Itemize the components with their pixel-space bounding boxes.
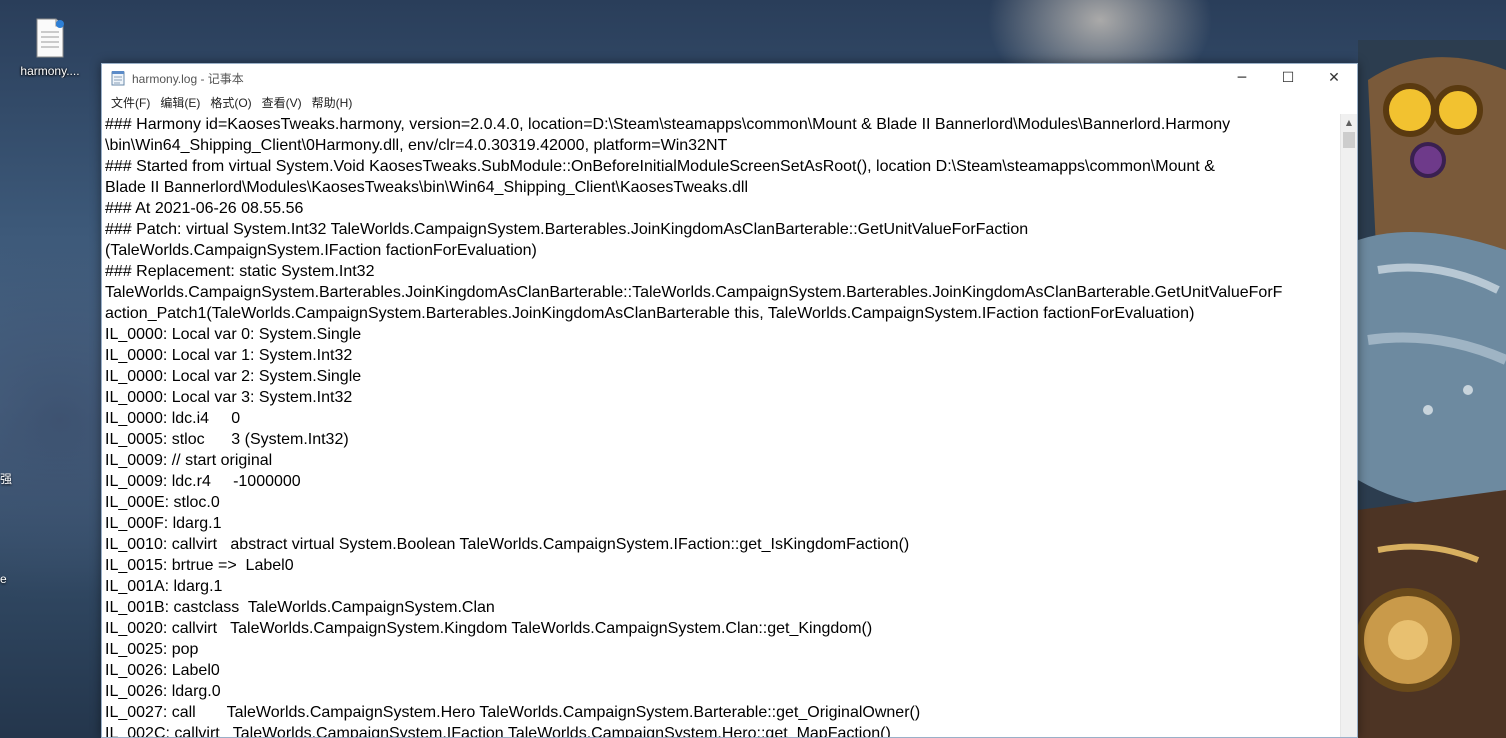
window-title: harmony.log - 记事本 [132,71,244,86]
title-bar[interactable]: harmony.log - 记事本 ─ ☐ ✕ [102,64,1357,92]
log-line: action_Patch1(TaleWorlds.CampaignSystem.… [105,305,1195,322]
desktop-icon-label: harmony.... [20,64,80,78]
log-line: IL_0009: ldc.r4 -1000000 [105,473,301,490]
notepad-app-icon [110,70,126,86]
menu-edit[interactable]: 编辑(E) [155,92,205,114]
log-line: IL_0010: callvirt abstract virtual Syste… [105,536,910,553]
log-line: IL_0000: ldc.i4 0 [105,410,241,427]
scroll-up-arrow-icon[interactable]: ▲ [1341,114,1357,131]
minimize-button[interactable]: ─ [1219,64,1265,92]
text-editor-area[interactable]: ### Harmony id=KaosesTweaks.harmony, ver… [102,114,1340,737]
log-line: IL_0000: Local var 1: System.Int32 [105,347,353,364]
log-line: Blade II Bannerlord\Modules\KaosesTweaks… [105,179,749,196]
scroll-thumb[interactable] [1343,132,1355,148]
log-line: ### Started from virtual System.Void Kao… [105,158,1215,175]
notepad-window[interactable]: harmony.log - 记事本 ─ ☐ ✕ 文件(F) 编辑(E) 格式(O… [101,63,1358,738]
log-line: IL_0020: callvirt TaleWorlds.CampaignSys… [105,620,873,637]
text-file-icon [35,18,65,58]
log-line: (TaleWorlds.CampaignSystem.IFaction fact… [105,242,537,259]
log-line: IL_002C: callvirt TaleWorlds.CampaignSys… [105,725,891,737]
log-line: ### At 2021-06-26 08.55.56 [105,200,304,217]
log-line: IL_0015: brtrue => Label0 [105,557,294,574]
log-line: IL_000E: stloc.0 [105,494,220,511]
log-line: IL_000F: ldarg.1 [105,515,222,532]
wallpaper-artwork [1358,40,1506,738]
log-line: IL_001B: castclass TaleWorlds.CampaignSy… [105,599,495,616]
desktop-file-icon[interactable]: harmony.... [12,18,88,78]
desktop-edge-text: 强 [0,472,13,486]
log-line: IL_0026: ldarg.0 [105,683,221,700]
close-button[interactable]: ✕ [1311,64,1357,92]
desktop-edge-text: e [0,572,7,586]
menu-format[interactable]: 格式(O) [205,92,256,114]
maximize-icon: ☐ [1281,70,1295,86]
log-line: IL_0009: // start original [105,452,273,469]
log-line: ### Patch: virtual System.Int32 TaleWorl… [105,221,1029,238]
log-line: \bin\Win64_Shipping_Client\0Harmony.dll,… [105,137,728,154]
log-line: IL_0005: stloc 3 (System.Int32) [105,431,349,448]
vertical-scrollbar[interactable]: ▲ [1340,114,1357,737]
log-line: IL_0000: Local var 0: System.Single [105,326,362,343]
maximize-button[interactable]: ☐ [1265,64,1311,92]
log-line: ### Harmony id=KaosesTweaks.harmony, ver… [105,116,1231,133]
log-line: IL_0025: pop [105,641,199,658]
menu-view[interactable]: 查看(V) [257,92,307,114]
minimize-icon: ─ [1237,70,1247,86]
log-line: IL_001A: ldarg.1 [105,578,223,595]
log-line: ### Replacement: static System.Int32 [105,263,375,280]
menu-file[interactable]: 文件(F) [106,92,155,114]
log-line: IL_0027: call TaleWorlds.CampaignSystem.… [105,704,921,721]
log-line: IL_0026: Label0 [105,662,220,679]
log-line: IL_0000: Local var 2: System.Single [105,368,362,385]
log-line: TaleWorlds.CampaignSystem.Barterables.Jo… [105,284,1283,301]
close-icon: ✕ [1328,70,1340,86]
menu-help[interactable]: 帮助(H) [307,92,358,114]
log-line: IL_0000: Local var 3: System.Int32 [105,389,353,406]
menu-bar: 文件(F) 编辑(E) 格式(O) 查看(V) 帮助(H) [102,92,1357,114]
